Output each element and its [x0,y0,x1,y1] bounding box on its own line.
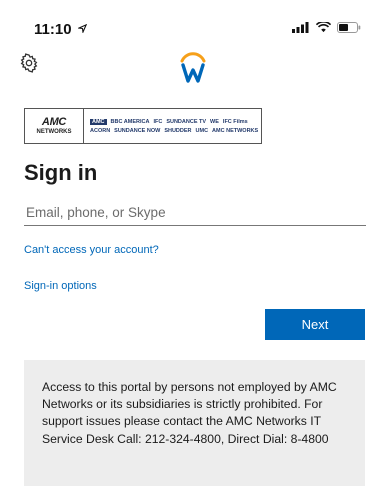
amc-networks-logo: AMC NETWORKS [25,109,84,143]
status-bar: 11:10 [0,0,383,44]
brand-item: AMC [90,118,107,125]
brand-item: IFC Films [222,118,248,125]
status-time: 11:10 [34,21,87,38]
amc-logo-top: AMC [41,115,67,128]
brand-list: AMC BBC AMERICA IFC SUNDANCE TV WE IFC F… [84,118,261,134]
cant-access-account-link[interactable]: Can't access your account? [24,244,159,256]
access-notice: Access to this portal by persons not emp… [24,360,365,486]
amc-logo-bottom: NETWORKS [36,128,72,135]
brand-item: ACORN [90,127,111,134]
brand-item: AMC NETWORKS [212,127,259,134]
brand-item: SUNDANCE TV [166,118,207,125]
status-icons [292,22,361,33]
brand-item: SUNDANCE NOW [114,127,161,134]
brand-banner: AMC NETWORKS AMC BBC AMERICA IFC SUNDANC… [24,108,262,144]
gear-icon [20,53,38,73]
location-arrow-icon [76,23,87,35]
wifi-icon [316,22,331,33]
settings-button[interactable] [19,53,39,73]
workday-logo [178,50,208,84]
page-title: Sign in [24,160,98,185]
signal-icon [292,22,309,33]
brand-item: WE [210,118,219,125]
brand-item: IFC [153,118,163,125]
status-time-text: 11:10 [34,21,72,38]
email-input[interactable] [24,199,366,226]
next-button[interactable]: Next [265,309,365,340]
brand-row-1: AMC BBC AMERICA IFC SUNDANCE TV WE IFC F… [90,118,261,125]
brand-item: SHUDDER [164,127,192,134]
brand-row-2: ACORN SUNDANCE NOW SHUDDER UMC AMC NETWO… [90,128,261,134]
brand-item: BBC AMERICA [110,118,150,125]
battery-icon [337,22,361,33]
sign-in-options-link[interactable]: Sign-in options [24,280,97,292]
access-notice-text: Access to this portal by persons not emp… [42,380,337,446]
brand-item: UMC [195,127,209,134]
